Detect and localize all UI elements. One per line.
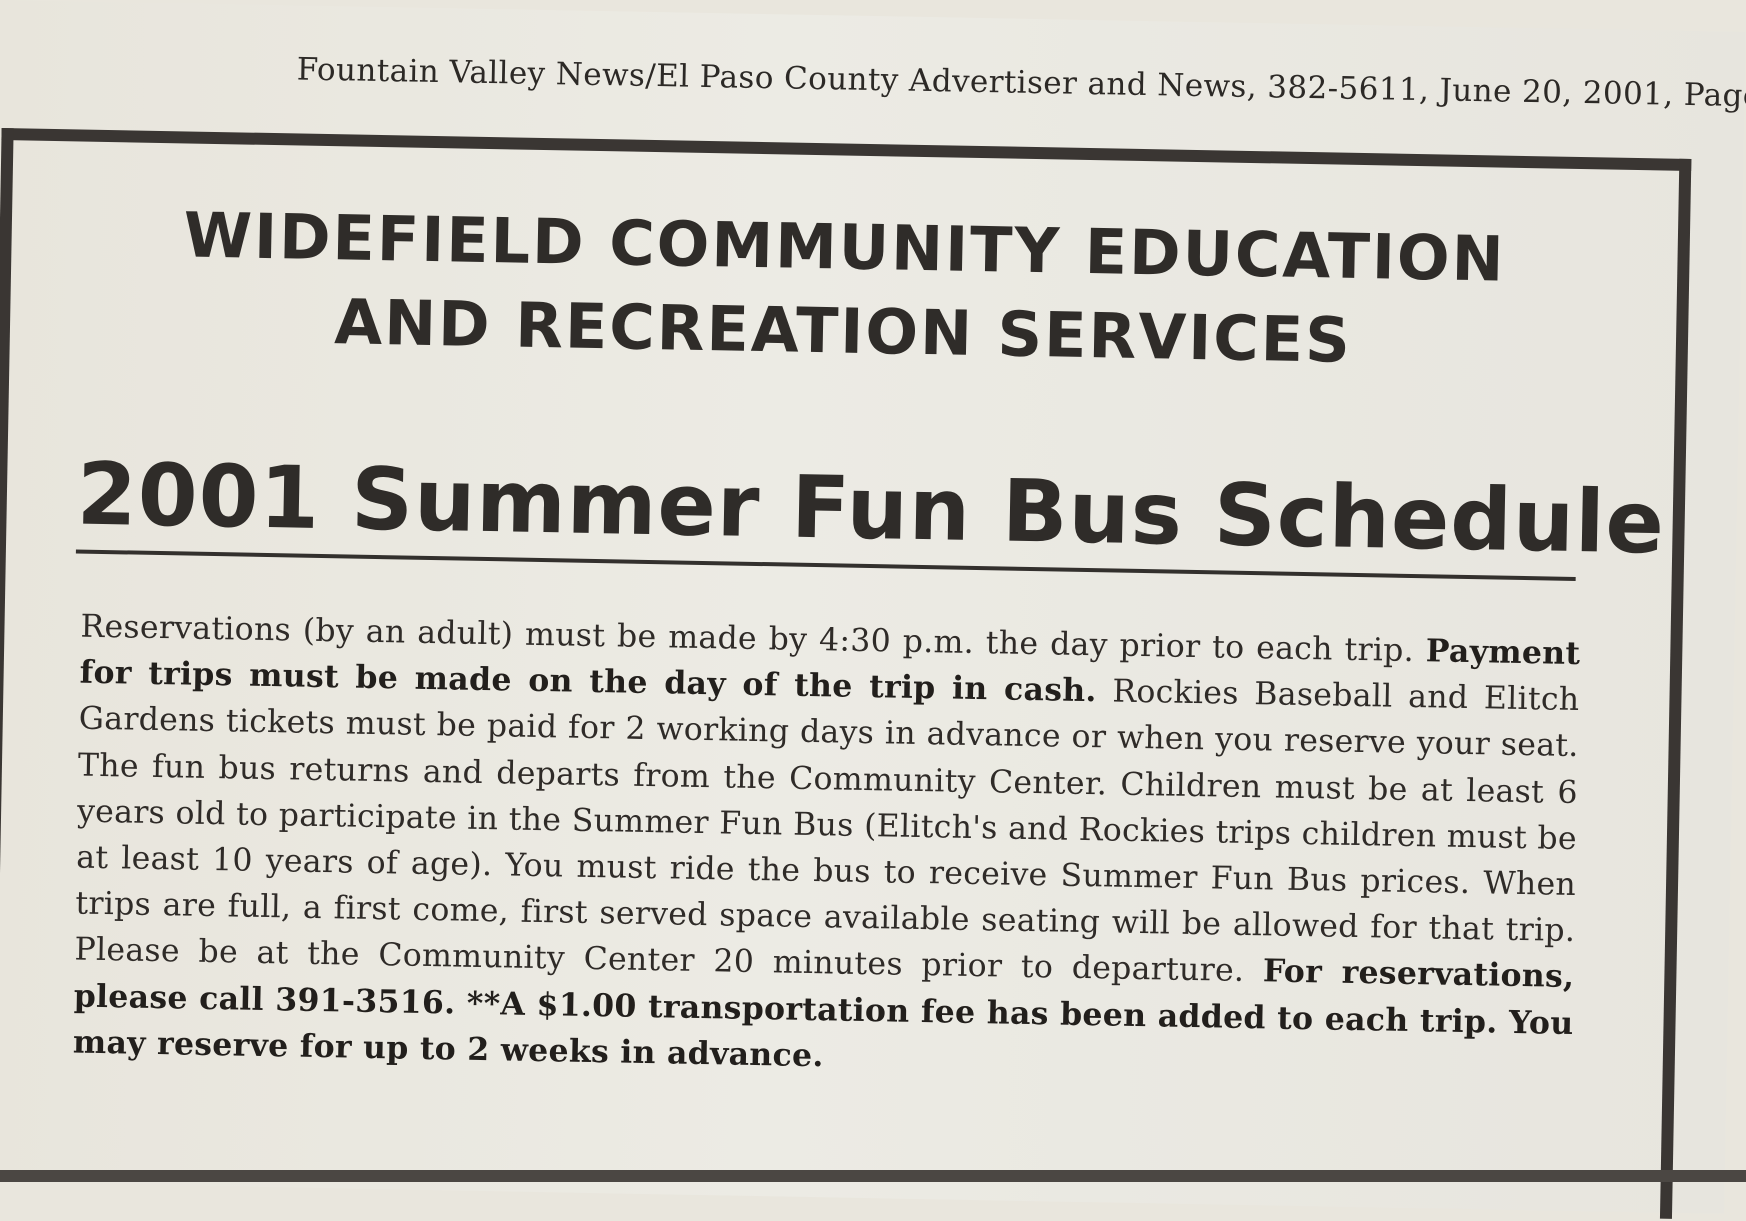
trip-rules-text: Rockies Baseball and Elitch Gardens tick… [74,673,1580,990]
schedule-description: Reservations (by an adult) must be made … [72,604,1581,1093]
schedule-title: 2001 Summer Fun Bus Schedule [75,439,1666,581]
advertisement-content: WIDEFIELD COMMUNITY EDUCATION AND RECREA… [0,140,1679,1218]
organization-title: WIDEFIELD COMMUNITY EDUCATION AND RECREA… [9,190,1678,389]
advertisement-box: WIDEFIELD COMMUNITY EDUCATION AND RECREA… [0,128,1692,1219]
newspaper-header: Fountain Valley News/El Paso County Adve… [296,51,1746,116]
page-edge-shadow [0,1170,1746,1182]
newspaper-page: Fountain Valley News/El Paso County Adve… [0,0,1746,1219]
